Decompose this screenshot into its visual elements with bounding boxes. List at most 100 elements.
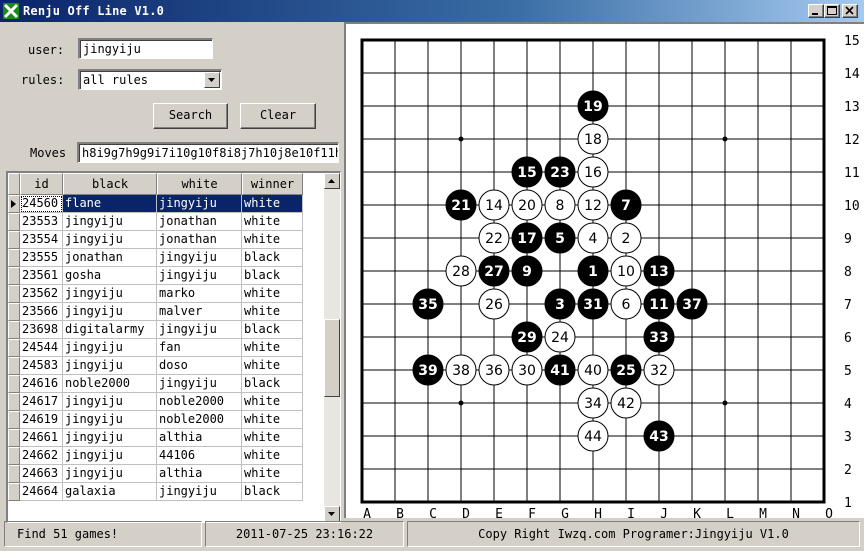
black-stone[interactable]: 35 [412, 288, 444, 320]
close-button[interactable] [842, 4, 858, 18]
black-stone[interactable]: 11 [643, 288, 675, 320]
cell-id[interactable]: 23698 [20, 321, 63, 339]
white-stone[interactable]: 8 [544, 189, 576, 221]
white-stone[interactable]: 2 [610, 222, 642, 254]
moves-input[interactable]: h8i9g7h9g9i7i10g10f8i8j7h10j8e10f11h1 [77, 142, 339, 163]
col-header-id[interactable]: id [20, 173, 63, 195]
cell-black[interactable]: jingyiju [63, 429, 157, 447]
black-stone[interactable]: 7 [610, 189, 642, 221]
cell-black[interactable]: jingyiju [63, 339, 157, 357]
row-indicator[interactable] [8, 267, 20, 285]
cell-black[interactable]: jingyiju [63, 285, 157, 303]
white-stone[interactable]: 30 [511, 354, 543, 386]
row-indicator[interactable] [8, 447, 20, 465]
cell-winner[interactable]: black [242, 267, 303, 285]
black-stone[interactable]: 33 [643, 321, 675, 353]
black-stone[interactable]: 5 [544, 222, 576, 254]
table-row[interactable]: 23553 jingyiju jonathan white [8, 213, 323, 231]
white-stone[interactable]: 26 [478, 288, 510, 320]
rules-select[interactable]: all rules [78, 69, 222, 90]
cell-winner[interactable]: black [242, 249, 303, 267]
row-indicator[interactable] [8, 411, 20, 429]
cell-id[interactable]: 23553 [20, 213, 63, 231]
col-header-winner[interactable]: winner [242, 173, 303, 195]
cell-winner[interactable]: white [242, 447, 303, 465]
table-scrollbar[interactable] [324, 173, 340, 522]
row-indicator[interactable] [8, 375, 20, 393]
white-stone[interactable]: 38 [445, 354, 477, 386]
cell-id[interactable]: 24662 [20, 447, 63, 465]
cell-id[interactable]: 24560 [20, 195, 63, 213]
table-row[interactable]: 24560 flane jingyiju white [8, 195, 323, 213]
scroll-down-button[interactable] [324, 506, 340, 522]
table-row[interactable]: 24544 jingyiju fan white [8, 339, 323, 357]
row-indicator[interactable] [8, 303, 20, 321]
cell-winner[interactable]: white [242, 213, 303, 231]
cell-winner[interactable]: white [242, 231, 303, 249]
white-stone[interactable]: 42 [610, 387, 642, 419]
cell-winner[interactable]: white [242, 411, 303, 429]
cell-white[interactable]: jonathan [157, 231, 242, 249]
cell-white[interactable]: malver [157, 303, 242, 321]
cell-white[interactable]: noble2000 [157, 411, 242, 429]
scroll-thumb[interactable] [324, 319, 340, 397]
white-stone[interactable]: 44 [577, 420, 609, 452]
maximize-button[interactable] [824, 4, 840, 18]
black-stone[interactable]: 17 [511, 222, 543, 254]
row-indicator[interactable] [8, 285, 20, 303]
row-indicator[interactable] [8, 195, 20, 213]
table-row[interactable]: 23566 jingyiju malver white [8, 303, 323, 321]
white-stone[interactable]: 28 [445, 255, 477, 287]
black-stone[interactable]: 27 [478, 255, 510, 287]
row-indicator[interactable] [8, 483, 20, 501]
cell-id[interactable]: 24664 [20, 483, 63, 501]
search-button[interactable]: Search [153, 103, 228, 129]
col-header-white[interactable]: white [157, 173, 242, 195]
row-indicator[interactable] [8, 393, 20, 411]
clear-button[interactable]: Clear [240, 103, 316, 129]
row-indicator[interactable] [8, 339, 20, 357]
cell-black[interactable]: jingyiju [63, 411, 157, 429]
cell-winner[interactable]: white [242, 429, 303, 447]
black-stone[interactable]: 31 [577, 288, 609, 320]
cell-id[interactable]: 23561 [20, 267, 63, 285]
black-stone[interactable]: 13 [643, 255, 675, 287]
table-row[interactable]: 24616 noble2000 jingyiju black [8, 375, 323, 393]
cell-white[interactable]: althia [157, 465, 242, 483]
white-stone[interactable]: 36 [478, 354, 510, 386]
cell-white[interactable]: marko [157, 285, 242, 303]
white-stone[interactable]: 18 [577, 123, 609, 155]
cell-winner[interactable]: white [242, 357, 303, 375]
cell-id[interactable]: 24619 [20, 411, 63, 429]
white-stone[interactable]: 6 [610, 288, 642, 320]
cell-black[interactable]: gosha [63, 267, 157, 285]
black-stone[interactable]: 41 [544, 354, 576, 386]
cell-winner[interactable]: black [242, 483, 303, 501]
cell-white[interactable]: jonathan [157, 213, 242, 231]
user-input[interactable]: jingyiju [78, 38, 213, 59]
table-row[interactable]: 24619 jingyiju noble2000 white [8, 411, 323, 429]
cell-winner[interactable]: white [242, 465, 303, 483]
row-indicator[interactable] [8, 465, 20, 483]
cell-id[interactable]: 23554 [20, 231, 63, 249]
games-table[interactable]: id black white winner 24560 flane jingyiju… [6, 171, 341, 523]
table-row[interactable]: 24664 galaxia jingyiju black [8, 483, 323, 501]
white-stone[interactable]: 16 [577, 156, 609, 188]
cell-black[interactable]: jingyiju [63, 357, 157, 375]
row-indicator[interactable] [8, 231, 20, 249]
cell-white[interactable]: jingyiju [157, 195, 242, 213]
cell-white[interactable]: althia [157, 429, 242, 447]
cell-white[interactable]: jingyiju [157, 375, 242, 393]
table-row[interactable]: 23562 jingyiju marko white [8, 285, 323, 303]
row-indicator[interactable] [8, 321, 20, 339]
cell-id[interactable]: 24663 [20, 465, 63, 483]
black-stone[interactable]: 23 [544, 156, 576, 188]
table-row[interactable]: 23554 jingyiju jonathan white [8, 231, 323, 249]
cell-black[interactable]: jingyiju [63, 447, 157, 465]
cell-white[interactable]: fan [157, 339, 242, 357]
cell-white[interactable]: jingyiju [157, 483, 242, 501]
white-stone[interactable]: 40 [577, 354, 609, 386]
table-row[interactable]: 24583 jingyiju doso white [8, 357, 323, 375]
black-stone[interactable]: 39 [412, 354, 444, 386]
cell-black[interactable]: jonathan [63, 249, 157, 267]
